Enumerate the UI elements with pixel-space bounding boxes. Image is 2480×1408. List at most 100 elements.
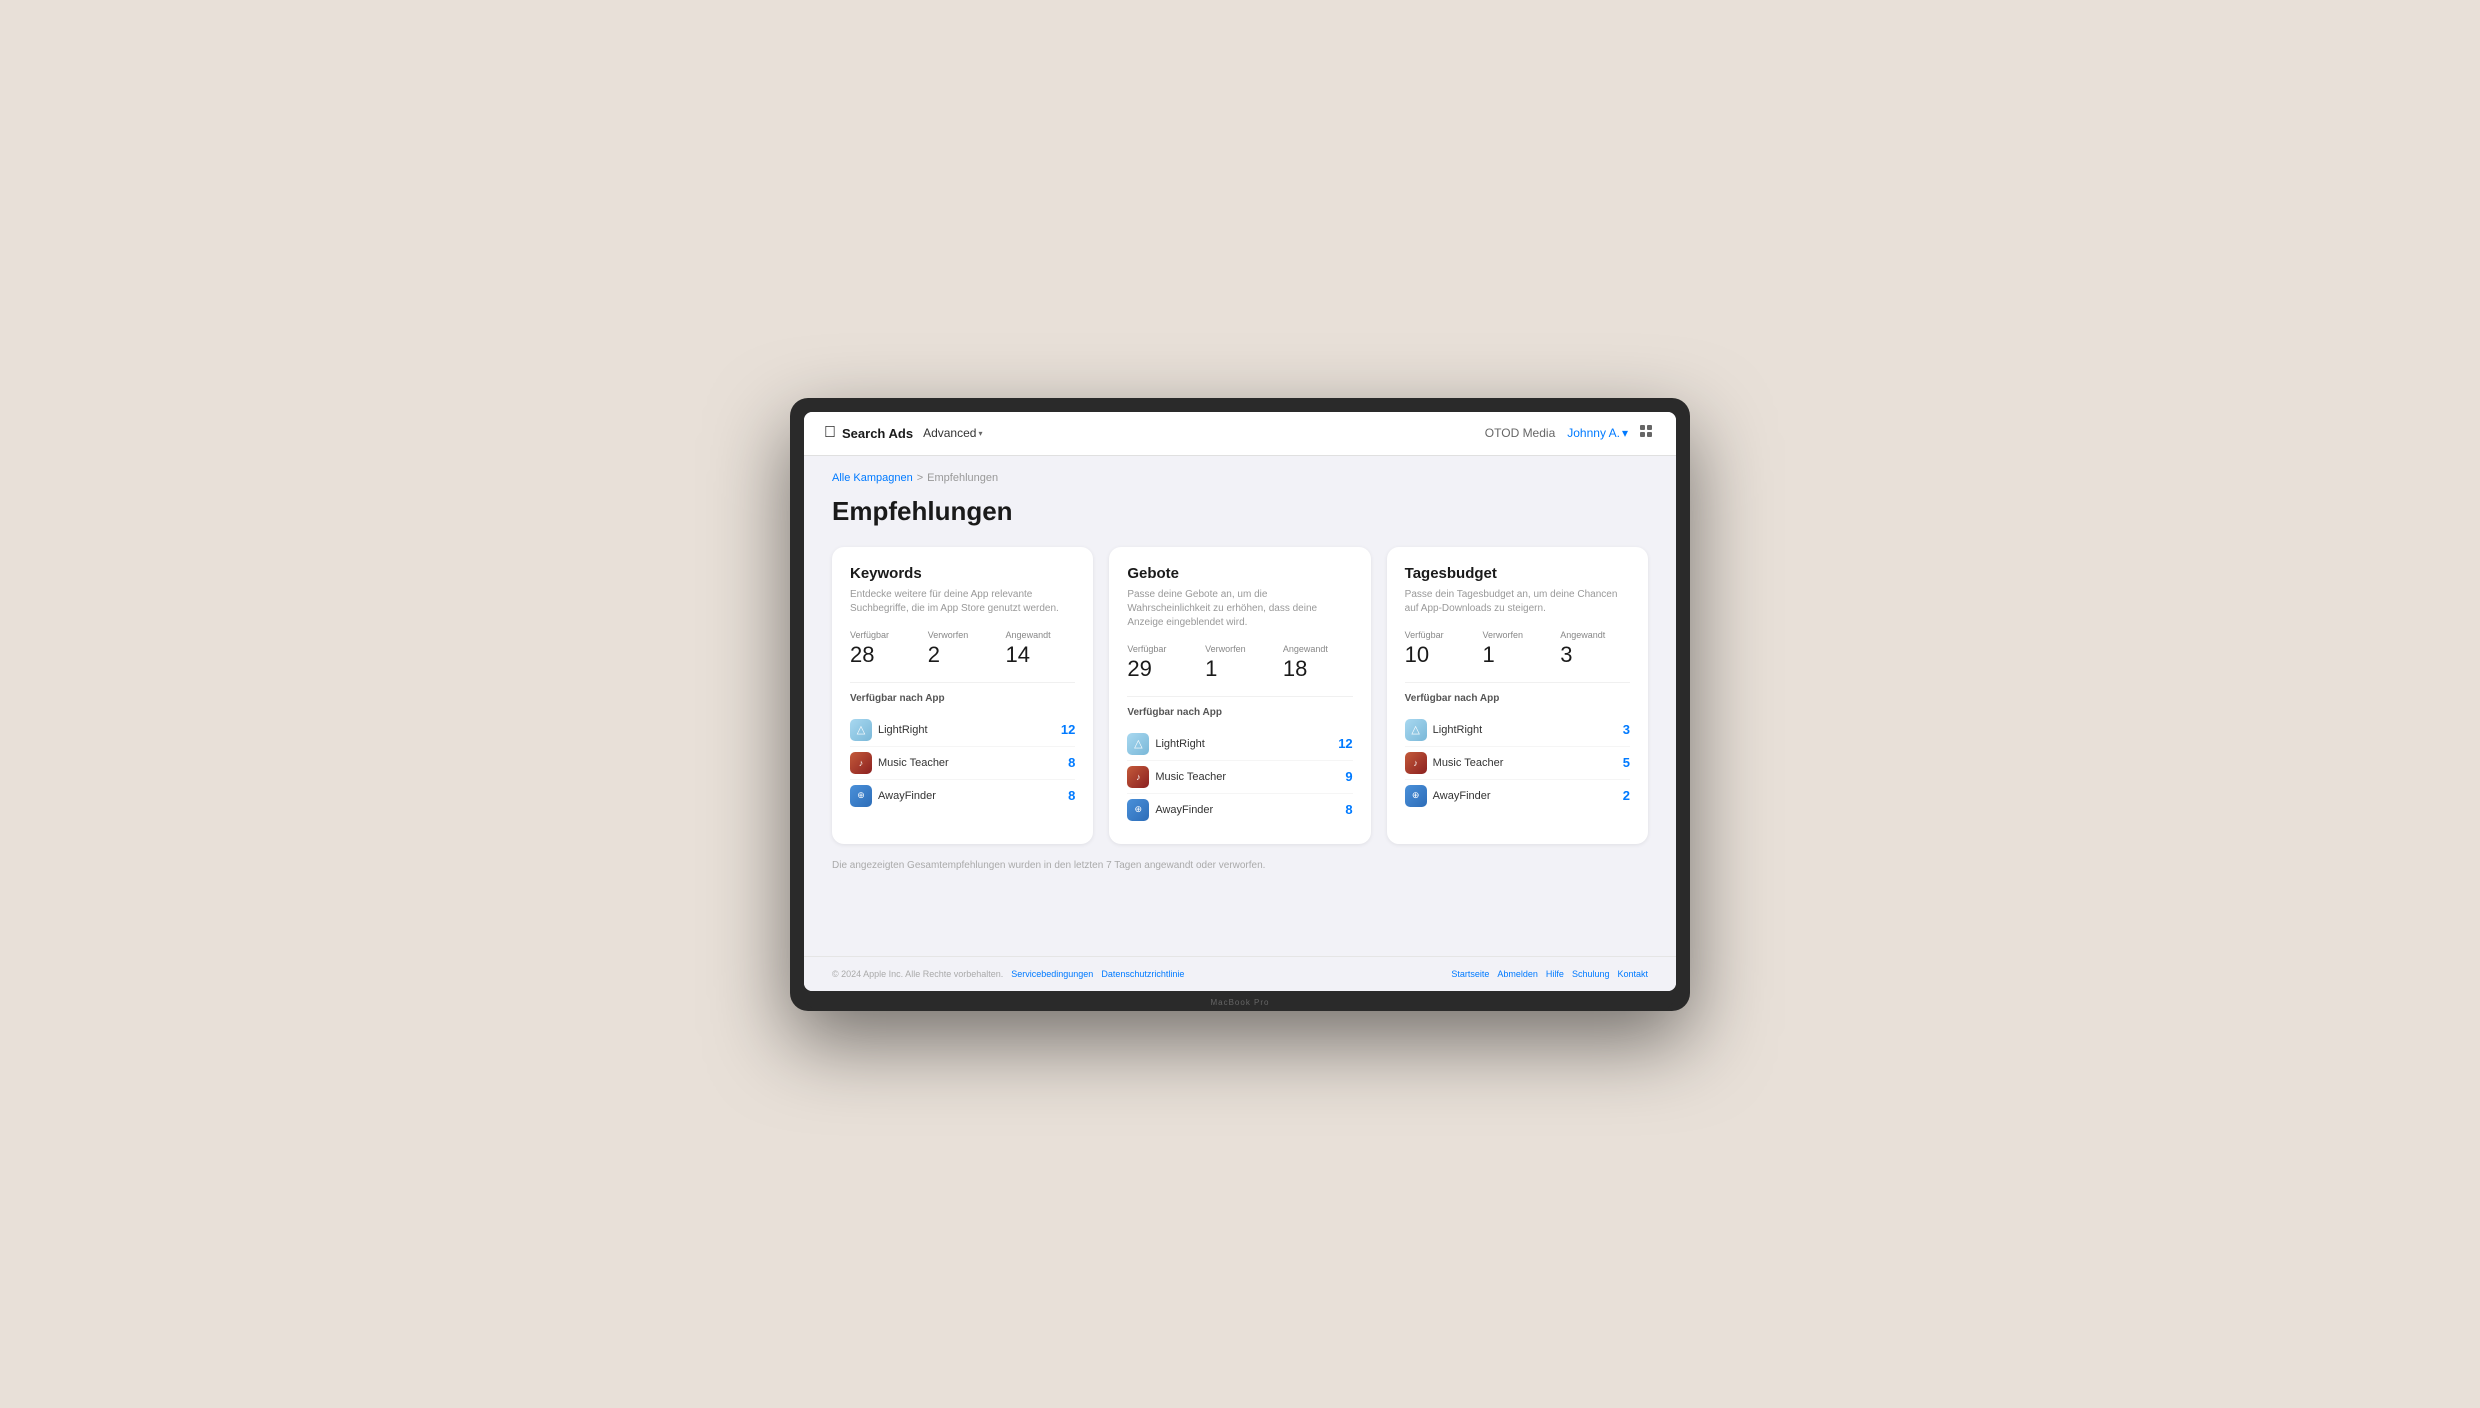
app-info: ♪ Music Teacher bbox=[1405, 752, 1504, 774]
app-info: ⊕ AwayFinder bbox=[1405, 785, 1491, 807]
app-info: △ LightRight bbox=[850, 719, 928, 741]
stat-item: Angewandt 3 bbox=[1560, 630, 1630, 668]
stat-label: Verfügbar bbox=[850, 630, 920, 640]
stat-label: Verworfen bbox=[1482, 630, 1552, 640]
navbar:  Search Ads Advanced ▾ OTOD Media Johnn… bbox=[804, 412, 1676, 456]
card-tagesbudget: Tagesbudget Passe dein Tagesbudget an, u… bbox=[1387, 547, 1648, 844]
stat-value: 1 bbox=[1205, 656, 1275, 682]
card-title: Gebote bbox=[1127, 565, 1352, 582]
stat-value: 2 bbox=[928, 642, 998, 668]
cards-grid: Keywords Entdecke weitere für deine App … bbox=[832, 547, 1648, 844]
user-menu-button[interactable]: Johnny A. ▾ bbox=[1567, 426, 1628, 440]
schulung-link[interactable]: Schulung bbox=[1572, 969, 1610, 979]
abmelden-link[interactable]: Abmelden bbox=[1497, 969, 1538, 979]
app-icon-awayfinder: ⊕ bbox=[1127, 799, 1149, 821]
user-chevron-icon: ▾ bbox=[1622, 426, 1628, 440]
app-icon-awayfinder: ⊕ bbox=[1405, 785, 1427, 807]
app-icon-lightright: △ bbox=[1127, 733, 1149, 755]
app-row: △ LightRight 3 bbox=[1405, 714, 1630, 747]
divider bbox=[1405, 682, 1630, 683]
card-desc: Passe dein Tagesbudget an, um deine Chan… bbox=[1405, 588, 1630, 616]
app-icon-lightright: △ bbox=[850, 719, 872, 741]
stat-item: Verfügbar 28 bbox=[850, 630, 920, 668]
stat-item: Verfügbar 29 bbox=[1127, 644, 1197, 682]
footer-note: Die angezeigten Gesamtempfehlungen wurde… bbox=[832, 860, 1648, 871]
apple-logo-icon:  bbox=[824, 424, 836, 442]
app-info: ♪ Music Teacher bbox=[1127, 766, 1226, 788]
app-count: 12 bbox=[1061, 722, 1075, 737]
startseite-link[interactable]: Startseite bbox=[1451, 969, 1489, 979]
stat-value: 1 bbox=[1482, 642, 1552, 668]
screen:  Search Ads Advanced ▾ OTOD Media Johnn… bbox=[804, 412, 1676, 991]
section-label: Verfügbar nach App bbox=[850, 693, 1075, 704]
org-name: OTOD Media bbox=[1485, 426, 1555, 440]
app-row: △ LightRight 12 bbox=[1127, 728, 1352, 761]
divider bbox=[1127, 696, 1352, 697]
app-count: 8 bbox=[1345, 802, 1352, 817]
app-icon-musicteacher: ♪ bbox=[850, 752, 872, 774]
app-count: 12 bbox=[1338, 736, 1352, 751]
app-icon-musicteacher: ♪ bbox=[1127, 766, 1149, 788]
app-info: ♪ Music Teacher bbox=[850, 752, 949, 774]
breadcrumb-parent[interactable]: Alle Kampagnen bbox=[832, 472, 913, 484]
stat-item: Verworfen 1 bbox=[1205, 644, 1275, 682]
card-desc: Entdecke weitere für deine App relevante… bbox=[850, 588, 1075, 616]
stats-row: Verfügbar 28 Verworfen 2 Angewandt 14 bbox=[850, 630, 1075, 668]
stat-label: Verfügbar bbox=[1405, 630, 1475, 640]
stat-value: 14 bbox=[1006, 642, 1076, 668]
servicebedingungen-link[interactable]: Servicebedingungen bbox=[1011, 969, 1093, 979]
grid-icon[interactable] bbox=[1640, 425, 1656, 441]
app-icon-lightright: △ bbox=[1405, 719, 1427, 741]
app-count: 5 bbox=[1623, 755, 1630, 770]
stat-value: 10 bbox=[1405, 642, 1475, 668]
kontakt-link[interactable]: Kontakt bbox=[1617, 969, 1648, 979]
app-row: ⊕ AwayFinder 8 bbox=[850, 780, 1075, 812]
breadcrumb-separator: > bbox=[917, 472, 923, 484]
app-row: ♪ Music Teacher 5 bbox=[1405, 747, 1630, 780]
stat-item: Angewandt 14 bbox=[1006, 630, 1076, 668]
stats-row: Verfügbar 29 Verworfen 1 Angewandt 18 bbox=[1127, 644, 1352, 682]
datenschutz-link[interactable]: Datenschutzrichtlinie bbox=[1101, 969, 1184, 979]
card-gebote: Gebote Passe deine Gebote an, um die Wah… bbox=[1109, 547, 1370, 844]
hilfe-link[interactable]: Hilfe bbox=[1546, 969, 1564, 979]
breadcrumb-current: Empfehlungen bbox=[927, 472, 998, 484]
app-name: Music Teacher bbox=[1433, 757, 1504, 769]
section-label: Verfügbar nach App bbox=[1405, 693, 1630, 704]
app-count: 2 bbox=[1623, 788, 1630, 803]
app-row: ♪ Music Teacher 9 bbox=[1127, 761, 1352, 794]
app-row: ⊕ AwayFinder 8 bbox=[1127, 794, 1352, 826]
stat-item: Angewandt 18 bbox=[1283, 644, 1353, 682]
navbar-right: OTOD Media Johnny A. ▾ bbox=[1485, 425, 1656, 441]
stat-value: 18 bbox=[1283, 656, 1353, 682]
app-name: LightRight bbox=[1155, 738, 1205, 750]
laptop-frame:  Search Ads Advanced ▾ OTOD Media Johnn… bbox=[790, 398, 1690, 1011]
brand-name: Search Ads bbox=[842, 426, 913, 441]
copyright-text: © 2024 Apple Inc. Alle Rechte vorbehalte… bbox=[832, 969, 1003, 979]
app-info: ⊕ AwayFinder bbox=[850, 785, 936, 807]
app-icon-musicteacher: ♪ bbox=[1405, 752, 1427, 774]
app-count: 8 bbox=[1068, 788, 1075, 803]
app-name: LightRight bbox=[1433, 724, 1483, 736]
app-name: AwayFinder bbox=[1433, 790, 1491, 802]
card-desc: Passe deine Gebote an, um die Wahrschein… bbox=[1127, 588, 1352, 630]
stat-label: Angewandt bbox=[1560, 630, 1630, 640]
stats-row: Verfügbar 10 Verworfen 1 Angewandt 3 bbox=[1405, 630, 1630, 668]
app-name: AwayFinder bbox=[878, 790, 936, 802]
stat-value: 3 bbox=[1560, 642, 1630, 668]
divider bbox=[850, 682, 1075, 683]
laptop-bottom bbox=[804, 991, 1676, 1011]
stat-item: Verworfen 1 bbox=[1482, 630, 1552, 668]
app-name: Music Teacher bbox=[878, 757, 949, 769]
advanced-mode-button[interactable]: Advanced ▾ bbox=[917, 422, 988, 444]
app-row: △ LightRight 12 bbox=[850, 714, 1075, 747]
content-area: Alle Kampagnen > Empfehlungen Empfehlung… bbox=[804, 456, 1676, 956]
app-count: 9 bbox=[1345, 769, 1352, 784]
card-keywords: Keywords Entdecke weitere für deine App … bbox=[832, 547, 1093, 844]
stat-value: 29 bbox=[1127, 656, 1197, 682]
page-title: Empfehlungen bbox=[832, 496, 1648, 527]
app-count: 3 bbox=[1623, 722, 1630, 737]
breadcrumb: Alle Kampagnen > Empfehlungen bbox=[832, 472, 1648, 484]
app-name: AwayFinder bbox=[1155, 804, 1213, 816]
app-count: 8 bbox=[1068, 755, 1075, 770]
card-title: Keywords bbox=[850, 565, 1075, 582]
